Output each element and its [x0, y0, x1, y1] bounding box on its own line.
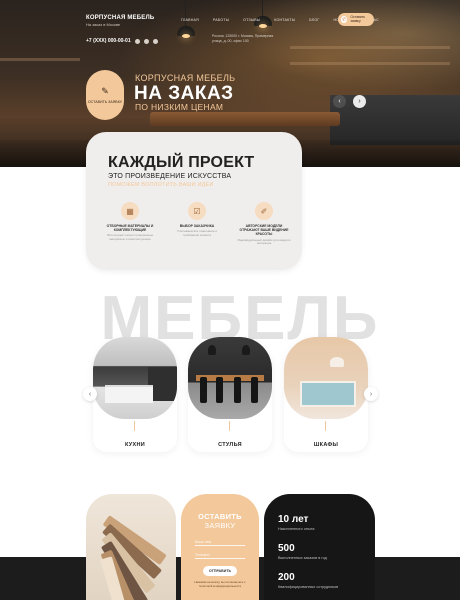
vk-icon[interactable]	[152, 38, 158, 44]
feature-desc: Учитываем все пожелания и требования кли…	[177, 229, 217, 237]
hero-slider-controls: ‹ ›	[333, 95, 366, 108]
feature-list: ▦ ОТБОРНЫЕ МАТЕРИАЛЫ И КОМПЛЕКТУЮЩИЕ Исп…	[102, 202, 292, 246]
chairs-image	[188, 337, 272, 419]
stat-label: Накопленного опыта	[278, 527, 315, 531]
brand-tagline: На заказ в Москве	[86, 22, 121, 27]
stat-item: 200 Квалифицированных сотрудников	[278, 572, 338, 589]
order-heading: ОСТАВИТЬ	[198, 512, 242, 521]
address: Россия, 125000 г. Москва, Примерная улиц…	[212, 34, 274, 43]
island-shape	[105, 385, 153, 403]
stat-item: 500 Выполненных заказов в год	[278, 543, 327, 560]
brand[interactable]: КОРПУСНАЯ МЕБЕЛЬ На заказ в Москве	[86, 15, 154, 27]
feature-title: ОТБОРНЫЕ МАТЕРИАЛЫ И КОМПЛЕКТУЮЩИЕ	[106, 224, 154, 233]
feature-desc: Индивидуальный дизайн для каждого интерь…	[237, 237, 291, 246]
project-subtitle: ЭТО ПРОИЗВЕДЕНИЕ ИСКУССТВА	[108, 173, 232, 180]
category-label: ШКАФЫ	[313, 442, 339, 448]
order-heading-sub: ЗАЯВКУ	[204, 521, 236, 530]
stat-label: Квалифицированных сотрудников	[278, 585, 339, 589]
feature-item: ▦ ОТБОРНЫЕ МАТЕРИАЛЫ И КОМПЛЕКТУЮЩИЕ Исп…	[102, 202, 158, 246]
chair-shape	[251, 377, 258, 403]
pen-icon: ✎	[101, 85, 109, 96]
hero-cta-button[interactable]: ✎ Оставить заявку	[86, 70, 124, 120]
contact-row: +7 (XXX) 000-00-01	[86, 38, 158, 44]
nav-item[interactable]: Работы	[213, 18, 229, 22]
stat-item: 10 лет Накопленного опыта	[278, 514, 315, 531]
project-card: КАЖДЫЙ ПРОЕКТ ЭТО ПРОИЗВЕДЕНИЕ ИСКУССТВА…	[86, 132, 302, 270]
privacy-note: Нажимая на кнопку, вы соглашаетесь с пол…	[194, 580, 246, 588]
pendant-cord	[185, 0, 186, 26]
shelf	[0, 58, 80, 61]
material-samples-image	[86, 494, 176, 600]
chair-shape	[234, 377, 241, 403]
nav-item[interactable]: Главная	[181, 18, 199, 22]
stat-number: 200	[278, 572, 295, 583]
header-order-button[interactable]: ✆ Оставить заявку	[338, 13, 374, 26]
pendant-cord	[262, 0, 263, 16]
stat-label: Выполненных заказов в год	[278, 556, 327, 560]
dresser-shape	[300, 381, 356, 407]
category-card-wardrobe[interactable]: ШКАФЫ	[284, 337, 368, 452]
chevron-left-icon[interactable]: ‹	[333, 95, 346, 108]
nav-item[interactable]: Контакты	[274, 18, 295, 22]
shelf	[290, 46, 450, 49]
order-form: ОСТАВИТЬ ЗАЯВКУ Ваше имя Телефон ОТПРАВИ…	[181, 494, 259, 600]
feature-title: ВЫБОР ЗАКАЗЧИКА	[179, 224, 215, 228]
lamp-shape	[330, 357, 344, 367]
stat-number: 10 лет	[278, 514, 309, 525]
category-label: КУХНИ	[124, 442, 145, 448]
phone-icon: ✆	[341, 16, 348, 23]
nav-item[interactable]: Отзывы	[243, 18, 260, 22]
stats-card: 10 лет Накопленного опыта 500 Выполненны…	[264, 494, 375, 600]
phone-field[interactable]: Телефон	[195, 551, 245, 559]
wardrobe-image	[284, 337, 368, 419]
lamp-shape	[208, 345, 216, 355]
feature-item: ☑ ВЫБОР ЗАКАЗЧИКА Учитываем все пожелани…	[169, 202, 225, 246]
kitchen-image	[93, 337, 177, 419]
client-icon: ☑	[188, 202, 206, 220]
divider	[325, 421, 326, 431]
whatsapp-icon[interactable]	[143, 38, 149, 44]
pendant-lamp	[177, 26, 195, 38]
chair-shape	[216, 377, 223, 403]
name-field[interactable]: Ваше имя	[195, 538, 245, 546]
materials-icon: ▦	[121, 202, 139, 220]
chevron-right-icon[interactable]: ›	[364, 387, 378, 401]
category-label: СТУЛЬЯ	[218, 442, 242, 448]
design-icon: ✐	[255, 202, 273, 220]
brand-name: КОРПУСНАЯ МЕБЕЛЬ	[86, 15, 155, 21]
header-order-label: Оставить заявку	[350, 14, 366, 23]
submit-button[interactable]: ОТПРАВИТЬ	[203, 566, 237, 576]
chevron-left-icon[interactable]: ‹	[83, 387, 97, 401]
hero-cta-label: Оставить заявку	[87, 99, 123, 104]
category-card-chairs[interactable]: СТУЛЬЯ	[188, 337, 272, 452]
project-title: КАЖДЫЙ ПРОЕКТ	[108, 154, 255, 171]
hero-subtitle-bottom: ПО НИЗКИМ ЦЕНАМ	[135, 102, 224, 112]
phone-number[interactable]: +7 (XXX) 000-00-01	[86, 38, 131, 44]
feature-item: ✐ АВТОРСКИЕ МОДЕЛИ ОТРАЖАЮТ ВАШЕ ВИДЕНИЕ…	[236, 202, 292, 246]
dining-table	[150, 112, 340, 126]
lamp-shape	[242, 345, 250, 355]
shelf	[290, 62, 450, 65]
hero-subtitle-top: КОРПУСНАЯ МЕБЕЛЬ	[135, 73, 236, 83]
nav-item[interactable]: Блог	[309, 18, 319, 22]
project-accent: ПОМОЖЕМ ВОПЛОТИТЬ ВАШИ ИДЕИ	[108, 182, 214, 188]
chair-shape	[200, 377, 207, 403]
chevron-right-icon[interactable]: ›	[353, 95, 366, 108]
divider	[229, 421, 230, 431]
feature-title: АВТОРСКИЕ МОДЕЛИ ОТРАЖАЮТ ВАШЕ ВИДЕНИЕ К…	[239, 224, 289, 237]
divider	[134, 421, 135, 431]
category-card-kitchen[interactable]: КУХНИ	[93, 337, 177, 452]
feature-desc: Используем только проверенные материалы …	[106, 233, 154, 242]
stat-number: 500	[278, 543, 295, 554]
telegram-icon[interactable]	[134, 38, 140, 44]
